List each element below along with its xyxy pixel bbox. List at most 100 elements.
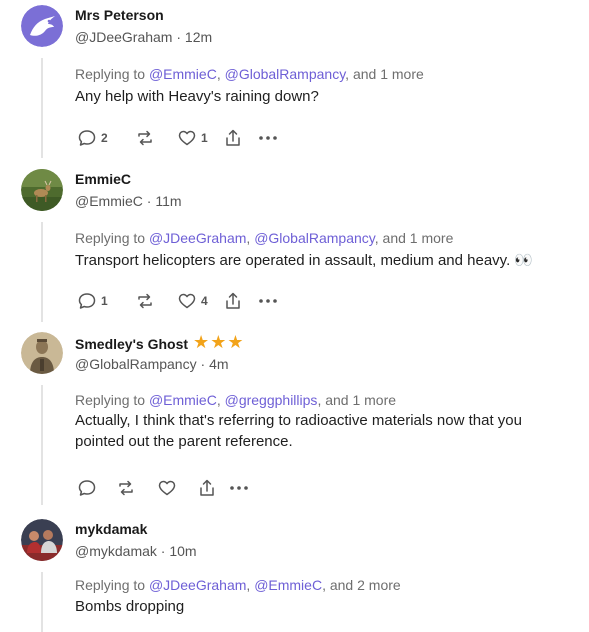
meta-separator: · (142, 193, 156, 209)
author-row: Smedley's Ghost ★★★ (75, 332, 244, 353)
reply-icon (78, 130, 96, 146)
like-button[interactable]: 1 (177, 128, 223, 148)
post-text: Any help with Heavy's raining down? (75, 88, 319, 105)
reply-icon (78, 293, 96, 309)
meta-separator: · (156, 543, 170, 559)
author-row: mykdamak (75, 521, 147, 537)
eagle-logo-icon (21, 5, 63, 47)
reply-suffix[interactable]: , and 1 more (345, 66, 424, 82)
mention-link[interactable]: @GlobalRampancy (254, 230, 375, 246)
share-icon (226, 129, 240, 146)
more-options-icon (259, 299, 277, 303)
reply-prefix: Replying to (75, 66, 149, 82)
repost-icon (138, 293, 152, 309)
reply-prefix: Replying to (75, 392, 149, 408)
post-text: Transport helicopters are operated in as… (75, 252, 534, 269)
thread-line (41, 572, 43, 632)
replying-to: Replying to @JDeeGraham, @EmmieC, and 2 … (75, 577, 401, 593)
reply-button[interactable]: 2 (77, 128, 135, 148)
avatar[interactable] (21, 332, 63, 374)
meta-separator: · (172, 29, 185, 45)
like-count: 4 (201, 294, 208, 308)
author-handle[interactable]: @EmmieC (75, 193, 143, 209)
reply-prefix: Replying to (75, 230, 149, 246)
star-rating: ★★★ (192, 332, 244, 353)
mention-link[interactable]: @JDeeGraham (149, 230, 246, 246)
mention-link[interactable]: @greggphillips (225, 392, 318, 408)
replying-to: Replying to @JDeeGraham, @GlobalRampancy… (75, 230, 454, 246)
meta-separator: · (196, 356, 210, 372)
reply-count: 2 (101, 131, 108, 145)
more-button[interactable] (257, 128, 279, 148)
reply-thread: Mrs Peterson @JDeeGraham · 12m Replying … (0, 0, 589, 632)
post-meta: @EmmieC · 11m (75, 193, 182, 209)
mention-link[interactable]: @EmmieC (149, 392, 217, 408)
star-icon: ★ (210, 332, 227, 352)
thread-line (41, 222, 43, 322)
timestamp[interactable]: 11m (155, 193, 181, 209)
avatar[interactable] (21, 169, 63, 211)
timestamp[interactable]: 12m (185, 29, 212, 45)
heart-icon (158, 480, 176, 496)
repost-icon (119, 480, 133, 496)
reply-prefix: Replying to (75, 577, 149, 593)
post-meta: @mykdamak · 10m (75, 543, 197, 559)
share-button[interactable] (223, 128, 257, 148)
author-row: EmmieC (75, 171, 131, 187)
author-name[interactable]: Smedley's Ghost (75, 336, 188, 352)
repost-button[interactable] (135, 128, 177, 148)
post-meta: @JDeeGraham · 12m (75, 29, 212, 45)
repost-icon (138, 130, 152, 146)
more-button[interactable] (228, 478, 250, 498)
reply-suffix[interactable]: , and 2 more (322, 577, 401, 593)
post-text: Bombs dropping (75, 598, 185, 615)
mention-link[interactable]: @EmmieC (149, 66, 217, 82)
repost-button[interactable] (135, 291, 177, 311)
more-options-icon (230, 486, 248, 490)
deer-photo-icon (21, 169, 63, 211)
like-button[interactable]: 4 (177, 291, 223, 311)
more-options-icon (259, 136, 277, 140)
author-name[interactable]: Mrs Peterson (75, 7, 164, 23)
timestamp[interactable]: 10m (169, 543, 196, 559)
post-actions: 2 1 (77, 127, 279, 149)
thread-line (41, 385, 43, 505)
reply-count: 1 (101, 294, 108, 308)
soldier-portrait-icon (21, 332, 63, 374)
reply-button[interactable]: 1 (77, 291, 135, 311)
author-row: Mrs Peterson (75, 7, 164, 23)
thread-line (41, 58, 43, 158)
heart-icon (178, 293, 196, 309)
heart-icon (178, 130, 196, 146)
reply-suffix[interactable]: , and 1 more (317, 392, 396, 408)
post-actions: 1 4 (77, 290, 279, 312)
post-text: Actually, I think that's referring to ra… (75, 412, 522, 450)
post-actions (77, 477, 250, 499)
like-count: 1 (201, 131, 208, 145)
replying-to: Replying to @EmmieC, @greggphillips, and… (75, 392, 397, 408)
reply-icon (78, 480, 96, 496)
mention-link[interactable]: @GlobalRampancy (225, 66, 346, 82)
author-handle[interactable]: @GlobalRampancy (75, 356, 197, 372)
author-name[interactable]: EmmieC (75, 171, 131, 187)
share-button[interactable] (197, 478, 228, 498)
reply-button[interactable] (77, 478, 116, 498)
author-handle[interactable]: @JDeeGraham (75, 29, 172, 45)
reply-suffix[interactable]: , and 1 more (375, 230, 454, 246)
timestamp[interactable]: 4m (209, 356, 228, 372)
share-icon (200, 479, 214, 496)
avatar[interactable] (21, 519, 63, 561)
post-meta: @GlobalRampancy · 4m (75, 356, 229, 372)
avatar[interactable] (21, 5, 63, 47)
share-button[interactable] (223, 291, 257, 311)
replying-to: Replying to @EmmieC, @GlobalRampancy, an… (75, 66, 424, 82)
star-icon: ★ (227, 332, 244, 352)
repost-button[interactable] (116, 478, 157, 498)
share-icon (226, 292, 240, 309)
mention-link[interactable]: @JDeeGraham (149, 577, 246, 593)
author-handle[interactable]: @mykdamak (75, 543, 157, 559)
more-button[interactable] (257, 291, 279, 311)
author-name[interactable]: mykdamak (75, 521, 147, 537)
like-button[interactable] (157, 478, 197, 498)
mention-link[interactable]: @EmmieC (254, 577, 322, 593)
